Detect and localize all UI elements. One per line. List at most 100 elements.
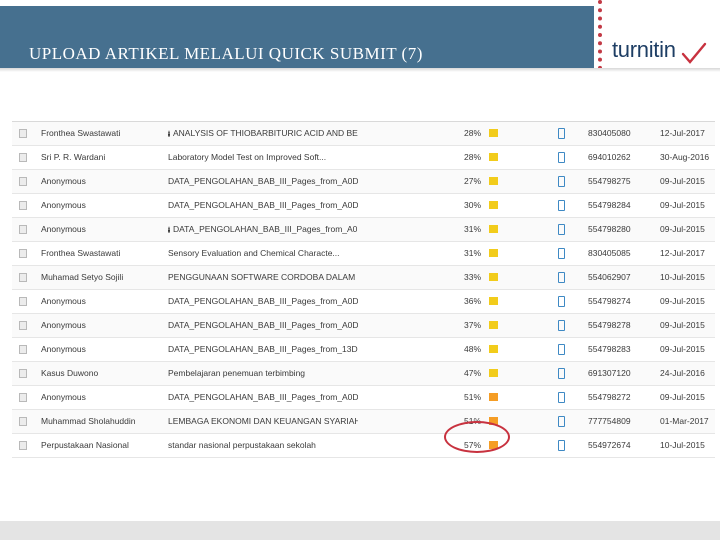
document-icon[interactable] — [558, 392, 565, 403]
paper-title[interactable]: Laboratory Model Test on Improved Soft..… — [168, 152, 326, 162]
similarity-color-badge — [489, 129, 498, 137]
paper-id: 554798284 — [588, 200, 631, 210]
document-icon[interactable] — [558, 224, 565, 235]
table-row[interactable]: Muhammad Sholahuddin LEMBAGA EKONOMI DAN … — [12, 410, 715, 434]
paper-title[interactable]: ANALYSIS OF THIOBARBITURIC ACID AND BENZ… — [173, 128, 358, 138]
document-icon[interactable] — [558, 296, 565, 307]
paper-title[interactable]: Sensory Evaluation and Chemical Characte… — [168, 248, 340, 258]
paper-title[interactable]: PENGGUNAAN SOFTWARE CORDOBA DALAM PENGOL… — [168, 272, 358, 282]
table-row[interactable]: Anonymous DATA_PENGOLAHAN_BAB_III_Pages_f… — [12, 170, 715, 194]
document-icon[interactable] — [558, 272, 565, 283]
table-row[interactable]: Fronthea Swastawati Sensory Evaluation an… — [12, 242, 715, 266]
table-row[interactable]: Anonymous DATA_PENGOLAHAN_BAB_III_Pages_f… — [12, 314, 715, 338]
table-row[interactable]: Muhamad Setyo Sojili PENGGUNAAN SOFTWARE … — [12, 266, 715, 290]
row-checkbox[interactable] — [19, 177, 27, 186]
similarity-percent[interactable]: 51% — [464, 392, 486, 402]
table-row[interactable]: Anonymous DATA_PENGOLAHAN_BAB_III_Pages_f… — [12, 338, 715, 362]
similarity-percent[interactable]: 36% — [464, 296, 486, 306]
paper-title-link[interactable]: standar nasional perpustakaan sekolah — [168, 440, 358, 450]
row-checkbox[interactable] — [19, 321, 27, 330]
paper-title-link[interactable]: DATA_PENGOLAHAN_BAB_III_Pages_from_13D00… — [168, 344, 358, 354]
similarity-percent[interactable]: 33% — [464, 272, 486, 282]
paper-title-link[interactable]: DATA_PENGOLAHAN_BAB_III_Pages_from_A0D00… — [168, 320, 358, 330]
paper-title[interactable]: DATA_PENGOLAHAN_BAB_III_Pages_from_A0D00… — [168, 296, 358, 306]
paper-title-link[interactable]: LEMBAGA EKONOMI DAN KEUANGAN SYARIAH — [168, 416, 358, 426]
paper-title[interactable]: DATA_PENGOLAHAN_BAB_III_Pages_from_A0D00… — [168, 392, 358, 402]
row-checkbox[interactable] — [19, 369, 27, 378]
table-row[interactable]: Anonymous DATA_PENGOLAHAN_BAB_III_Pages_f… — [12, 290, 715, 314]
similarity-percent[interactable]: 47% — [464, 368, 486, 378]
paper-title-link[interactable]: PENGGUNAAN SOFTWARE CORDOBA DALAM PENGOL… — [168, 272, 358, 282]
submission-date: 09-Jul-2015 — [660, 224, 705, 234]
similarity-percent[interactable]: 28% — [464, 128, 486, 138]
submission-date: 24-Jul-2016 — [660, 368, 705, 378]
author-name: Muhammad Sholahuddin — [41, 416, 136, 426]
paper-title[interactable]: DATA_PENGOLAHAN_BAB_III_Pages_from_13D00… — [168, 344, 358, 354]
row-checkbox[interactable] — [19, 345, 27, 354]
paper-title[interactable]: DATA_PENGOLAHAN_BAB_III_Pages_from_A0D00… — [168, 320, 358, 330]
submission-date: 09-Jul-2015 — [660, 320, 705, 330]
similarity-percent[interactable]: 31% — [464, 248, 486, 258]
document-icon[interactable] — [558, 152, 565, 163]
paper-title-link[interactable]: DATA_PENGOLAHAN_BAB_III_Pages_from_A0D00… — [168, 176, 358, 186]
paper-id: 554972674 — [588, 440, 631, 450]
table-row[interactable]: Anonymous! DATA_PENGOLAHAN_BAB_III_Pages_… — [12, 218, 715, 242]
similarity-percent[interactable]: 30% — [464, 200, 486, 210]
paper-title-link[interactable]: DATA_PENGOLAHAN_BAB_III_Pages_from_A0D00… — [168, 200, 358, 210]
document-icon[interactable] — [558, 368, 565, 379]
document-icon[interactable] — [558, 344, 565, 355]
paper-title[interactable]: Pembelajaran penemuan terbimbing — [168, 368, 305, 378]
submission-date: 30-Aug-2016 — [660, 152, 710, 162]
row-checkbox[interactable] — [19, 417, 27, 426]
header-shadow — [0, 68, 720, 72]
document-icon[interactable] — [558, 176, 565, 187]
paper-title-link[interactable]: DATA_PENGOLAHAN_BAB_III_Pages_from_A0D00… — [168, 392, 358, 402]
document-icon[interactable] — [558, 200, 565, 211]
document-icon[interactable] — [558, 440, 565, 451]
document-icon[interactable] — [558, 320, 565, 331]
row-checkbox[interactable] — [19, 201, 27, 210]
row-checkbox[interactable] — [19, 153, 27, 162]
paper-title-link[interactable]: ! ANALYSIS OF THIOBARBITURIC ACID AND BEN… — [168, 128, 358, 138]
row-checkbox[interactable] — [19, 393, 27, 402]
author-name: Anonymous — [41, 344, 86, 354]
bottom-strip — [0, 521, 720, 540]
alert-icon: ! — [168, 129, 170, 137]
row-checkbox[interactable] — [19, 249, 27, 258]
similarity-color-badge — [489, 201, 498, 209]
submission-date: 09-Jul-2015 — [660, 392, 705, 402]
paper-title-link[interactable]: Pembelajaran penemuan terbimbing — [168, 368, 358, 378]
similarity-percent[interactable]: 37% — [464, 320, 486, 330]
paper-title-link[interactable]: Laboratory Model Test on Improved Soft..… — [168, 152, 358, 162]
table-row[interactable]: Anonymous DATA_PENGOLAHAN_BAB_III_Pages_f… — [12, 386, 715, 410]
row-checkbox[interactable] — [19, 273, 27, 282]
paper-title-link[interactable]: DATA_PENGOLAHAN_BAB_III_Pages_from_A0D00… — [168, 296, 358, 306]
paper-title[interactable]: DATA_PENGOLAHAN_BAB_III_Pages_from_A0D00… — [168, 200, 358, 210]
row-checkbox[interactable] — [19, 225, 27, 234]
table-row[interactable]: Anonymous DATA_PENGOLAHAN_BAB_III_Pages_f… — [12, 194, 715, 218]
paper-title[interactable]: DATA_PENGOLAHAN_BAB_III_Pages_from_A0D00… — [168, 176, 358, 186]
document-icon[interactable] — [558, 128, 565, 139]
similarity-color-badge — [489, 273, 498, 281]
turnitin-logo: turnitin — [604, 26, 716, 66]
submission-date: 09-Jul-2015 — [660, 200, 705, 210]
table-row[interactable]: Fronthea Swastawati! ANALYSIS OF THIOBARB… — [12, 122, 715, 146]
document-icon[interactable] — [558, 416, 565, 427]
row-checkbox[interactable] — [19, 297, 27, 306]
similarity-percent[interactable]: 27% — [464, 176, 486, 186]
paper-title-link[interactable]: !DATA_PENGOLAHAN_BAB_III_Pages_from_A0D0… — [168, 224, 358, 234]
table-row[interactable]: Perpustakaan Nasional standar nasional pe… — [12, 434, 715, 458]
paper-title[interactable]: LEMBAGA EKONOMI DAN KEUANGAN SYARIAH — [168, 416, 358, 426]
similarity-percent[interactable]: 28% — [464, 152, 486, 162]
table-row[interactable]: Kasus Duwono Pembelajaran penemuan terbim… — [12, 362, 715, 386]
row-checkbox[interactable] — [19, 441, 27, 450]
paper-title[interactable]: DATA_PENGOLAHAN_BAB_III_Pages_from_A0D00… — [173, 224, 358, 234]
row-checkbox[interactable] — [19, 129, 27, 138]
author-name: Muhamad Setyo Sojili — [41, 272, 124, 282]
paper-title[interactable]: standar nasional perpustakaan sekolah — [168, 440, 316, 450]
table-row[interactable]: Sri P. R. Wardani Laboratory Model Test o… — [12, 146, 715, 170]
similarity-percent[interactable]: 31% — [464, 224, 486, 234]
paper-title-link[interactable]: Sensory Evaluation and Chemical Characte… — [168, 248, 358, 258]
similarity-percent[interactable]: 48% — [464, 344, 486, 354]
document-icon[interactable] — [558, 248, 565, 259]
